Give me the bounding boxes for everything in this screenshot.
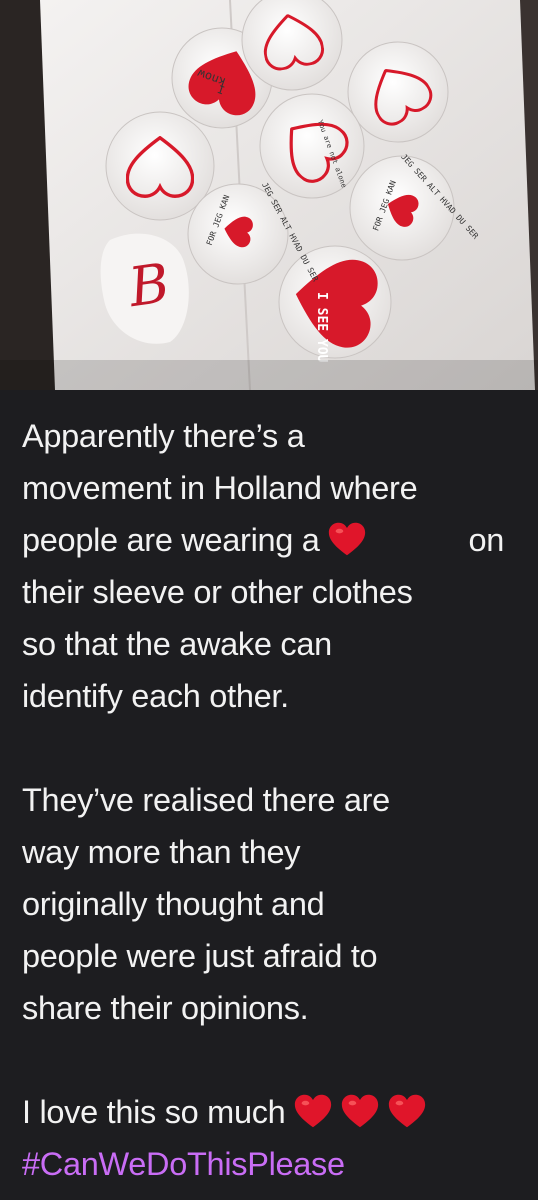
text-line: Apparently there’s a [22,418,305,454]
text-line: on [468,522,504,558]
text-line: identify each other. [22,678,289,714]
text-line: movement in Holland where [22,470,418,506]
svg-text:I SEE YOU: I SEE YOU [314,292,329,363]
text-line: people were just afraid to [22,938,378,974]
text-line: originally thought and [22,886,325,922]
text-line: share their opinions. [22,990,309,1026]
photo[interactable]: B know I I SEE YOU JEG SER ALT HVAD DU S… [0,0,538,390]
hashtag-link[interactable]: #CanWeDoThisPlease [22,1146,345,1182]
post-card: Apparently there’s a movement in Holland… [0,390,538,1200]
badge-right-top [347,41,449,143]
badge-you-are-not-alone [259,93,365,199]
heart-emoji-icon [341,1094,379,1128]
heart-emoji-icon [328,522,366,556]
paragraph-1: Apparently there’s a movement in Holland… [22,410,522,722]
svg-text:B: B [124,251,173,319]
text-line: so that the awake can [22,626,332,662]
post-text: Apparently there’s a movement in Holland… [22,410,522,1190]
paragraph-2: They’ve realised there are way more than… [22,774,522,1034]
text-line: way more than they [22,834,301,870]
badges-photo: B know I I SEE YOU JEG SER ALT HVAD DU S… [0,0,538,390]
badge-i-see-you [278,245,392,359]
heart-emoji-icon [388,1094,426,1128]
paragraph-3: I love this so much #CanWeDoThisPlease [22,1086,522,1190]
badge-jeg-ser-right [349,155,455,261]
heart-emoji-icon [294,1094,332,1128]
text-line: They’ve realised there are [22,782,390,818]
text-line: their sleeve or other clothes [22,574,413,610]
text-line: people are wearing a [22,522,320,558]
text-line: I love this so much [22,1094,286,1130]
